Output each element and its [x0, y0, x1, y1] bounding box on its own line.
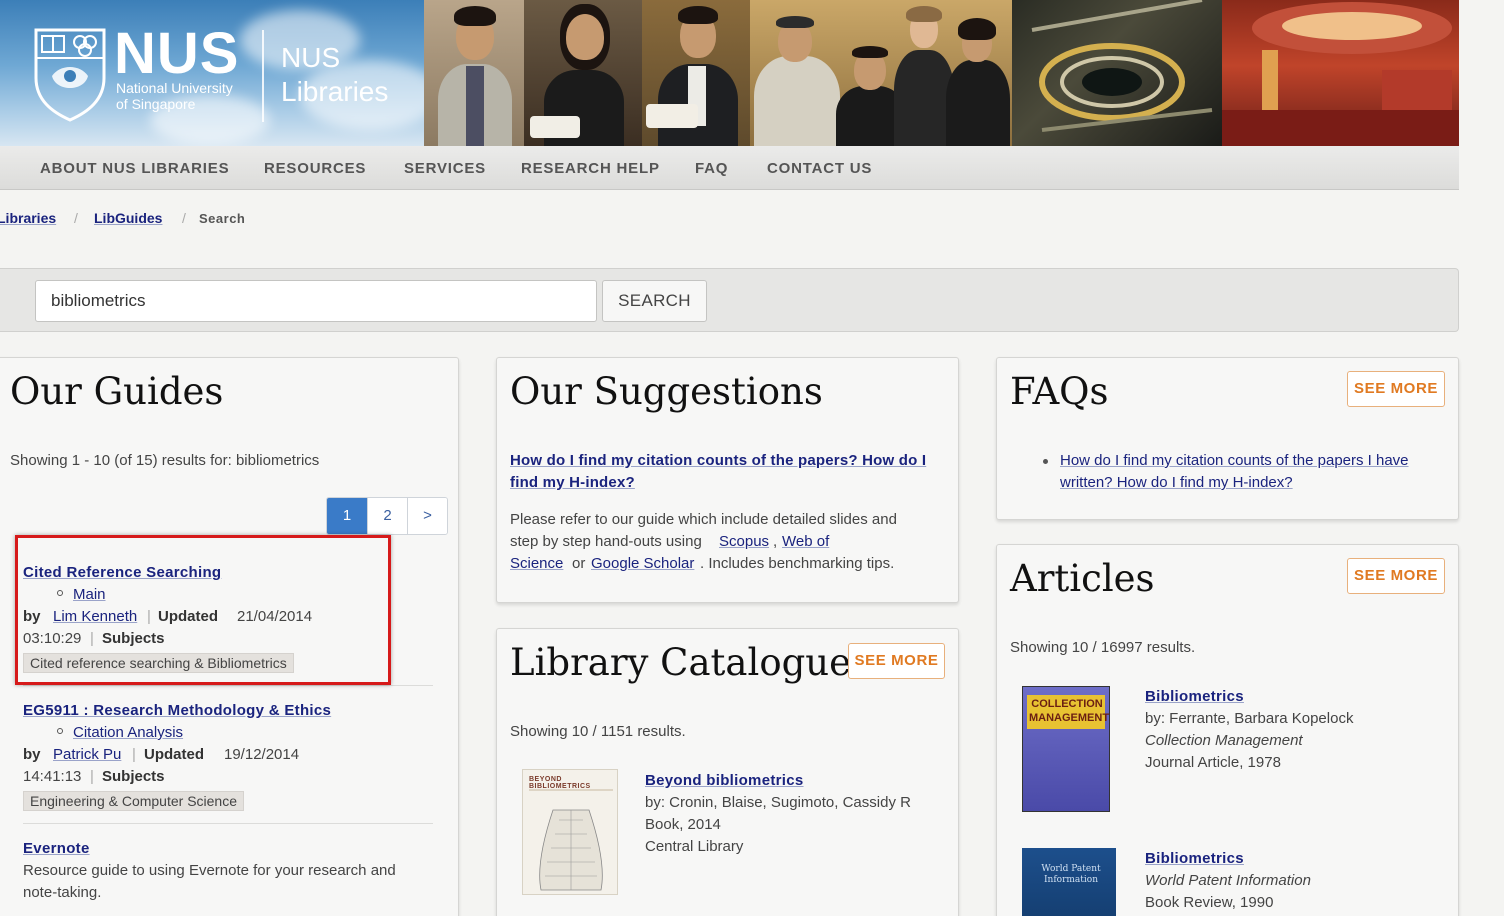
nus-logo-subtitle-2: of Singapore [116, 96, 196, 112]
cover-title-text: World Patent Information [1041, 864, 1101, 885]
guides-results-count: Showing 1 - 10 (of 15) results for: bibl… [10, 452, 320, 469]
article-title-link[interactable]: Bibliometrics [1145, 686, 1244, 708]
suggestion-link[interactable]: find my H-index? [510, 472, 635, 494]
faqs-panel: FAQs SEE MORE How do I find my citation … [996, 357, 1459, 520]
suggestions-panel: Our Suggestions How do I find my citatio… [496, 357, 959, 603]
faqs-title: FAQs [1010, 370, 1109, 413]
guides-title: Our Guides [10, 370, 224, 413]
subject-tag[interactable]: Engineering & Computer Science [23, 791, 245, 811]
journal-cover-image[interactable]: World Patent Information [1022, 848, 1116, 916]
articles-panel: Articles SEE MORE Showing 10 / 16997 res… [996, 544, 1459, 916]
faqs-see-more-button[interactable]: SEE MORE [1347, 371, 1445, 407]
nav-resources[interactable]: RESOURCES [264, 160, 366, 177]
suggestion-description: Please refer to our guide which include … [510, 511, 897, 528]
guide-author-link[interactable]: Patrick Pu [53, 744, 121, 766]
catalogue-item-location: Central Library [645, 838, 744, 855]
articles-results-count: Showing 10 / 16997 results. [1010, 639, 1196, 656]
article-type: Book Review, 1990 [1145, 894, 1274, 911]
libraries-logo-line-2: Libraries [281, 76, 389, 107]
nav-about[interactable]: ABOUT NUS LIBRARIES [40, 160, 229, 177]
catalogue-see-more-button[interactable]: SEE MORE [848, 643, 945, 679]
libraries-logo-line-1: NUS [281, 42, 341, 73]
catalogue-results-count: Showing 10 / 1151 results. [510, 723, 686, 740]
nus-logo-text: NUS [114, 21, 240, 86]
meta-separator: | [90, 768, 94, 785]
result-divider [23, 823, 433, 824]
faq-link[interactable]: How do I find my citation counts of the … [1060, 450, 1409, 472]
or-text: or [572, 555, 586, 572]
suggestions-title: Our Suggestions [510, 370, 823, 413]
annotation-highlight-box [15, 535, 391, 685]
catalogue-item-title-link[interactable]: Beyond bibliometrics [645, 770, 804, 792]
article-type: Journal Article, 1978 [1145, 754, 1281, 771]
guide-title-link[interactable]: Evernote [23, 838, 90, 860]
articles-title: Articles [1010, 557, 1155, 600]
web-of-science-link[interactable]: Science [510, 553, 563, 575]
suggestion-description: step by step hand-outs using [510, 533, 702, 550]
subjects-label: Subjects [102, 768, 165, 785]
breadcrumb-current: Search [199, 211, 246, 226]
page-1-button[interactable]: 1 [327, 498, 367, 534]
catalogue-item-type: Book, 2014 [645, 816, 721, 833]
comma-text: , [773, 533, 778, 550]
catalogue-title: Library Catalogue [510, 641, 852, 684]
article-author: by: Ferrante, Barbara Kopelock [1145, 710, 1354, 727]
by-label: by [23, 746, 41, 763]
breadcrumb-libraries[interactable]: Libraries [0, 210, 56, 226]
banner-photo-staff-1 [424, 0, 524, 146]
catalogue-item-author: by: Cronin, Blaise, Sugimoto, Cassidy R [645, 794, 911, 811]
banner-photo-staff-3 [642, 0, 750, 146]
guide-description: note-taking. [23, 884, 102, 901]
nav-research-help[interactable]: RESEARCH HELP [521, 160, 660, 177]
banner-photo-staircase [1012, 0, 1222, 146]
page-2-button[interactable]: 2 [367, 498, 407, 534]
logo-divider [262, 30, 264, 122]
book-cover-image[interactable]: BEYOND BIBLIOMETRICS [522, 769, 618, 895]
list-bullet [57, 728, 63, 734]
banner-photo-staff-group [750, 0, 1012, 146]
suggestion-link[interactable]: How do I find my citation counts of the … [510, 450, 926, 472]
article-journal: Collection Management [1145, 732, 1303, 749]
suggestion-description: . Includes benchmarking tips. [700, 555, 895, 572]
articles-see-more-button[interactable]: SEE MORE [1347, 558, 1445, 594]
nus-logo-subtitle-1: National University [116, 80, 233, 96]
updated-date: 19/12/2014 [224, 746, 300, 763]
breadcrumb-separator: / [182, 210, 186, 226]
result-divider [23, 685, 433, 686]
main-navigation: ABOUT NUS LIBRARIES RESOURCES SERVICES R… [0, 146, 1459, 190]
journal-cover-image[interactable]: COLLECTION MANAGEMENT [1022, 686, 1110, 812]
faq-link[interactable]: written? How do I find my H-index? [1060, 472, 1293, 494]
nav-faq[interactable]: FAQ [695, 160, 728, 177]
nus-crest-icon [34, 28, 106, 122]
search-bar: SEARCH [0, 268, 1459, 332]
breadcrumb-libguides[interactable]: LibGuides [94, 210, 162, 226]
cover-title-text: COLLECTION MANAGEMENT [1029, 698, 1110, 724]
article-title-link[interactable]: Bibliometrics [1145, 848, 1244, 870]
meta-separator: | [132, 746, 136, 763]
article-journal: World Patent Information [1145, 872, 1311, 889]
nav-contact-us[interactable]: CONTACT US [767, 160, 872, 177]
search-button[interactable]: SEARCH [602, 280, 707, 322]
scopus-link[interactable]: Scopus [719, 531, 769, 553]
guide-description: Resource guide to using Evernote for you… [23, 862, 396, 879]
updated-label: Updated [144, 746, 204, 763]
pagination: 1 2 > [326, 497, 448, 535]
breadcrumb-separator: / [74, 210, 78, 226]
search-input[interactable] [35, 280, 597, 322]
guide-page-link[interactable]: Citation Analysis [73, 722, 183, 744]
next-page-button[interactable]: > [407, 498, 447, 534]
banner-photo-staff-2 [524, 0, 642, 146]
catalogue-panel: Library Catalogue SEE MORE Showing 10 / … [496, 628, 959, 916]
nus-logo-area[interactable]: NUS National University of Singapore NUS… [0, 0, 440, 146]
site-banner: NUS National University of Singapore NUS… [0, 0, 1459, 146]
nav-services[interactable]: SERVICES [404, 160, 486, 177]
updated-time: 14:41:13 [23, 768, 82, 785]
banner-photo-library-interior [1222, 0, 1459, 146]
guide-title-link[interactable]: EG5911 : Research Methodology & Ethics [23, 700, 331, 722]
google-scholar-link[interactable]: Google Scholar [591, 553, 694, 575]
list-bullet [1043, 459, 1048, 464]
web-of-science-link[interactable]: Web of [782, 531, 829, 553]
